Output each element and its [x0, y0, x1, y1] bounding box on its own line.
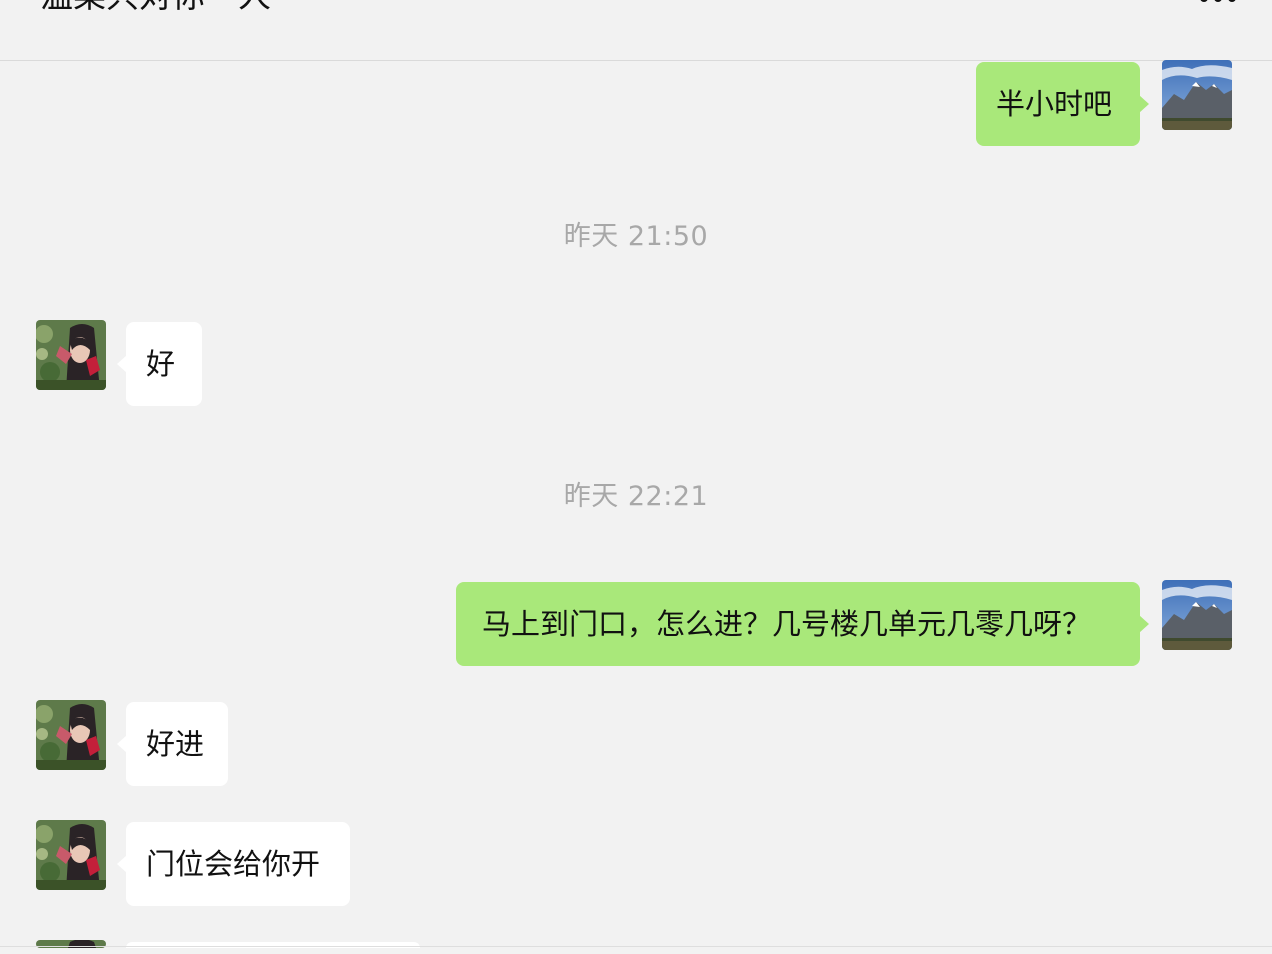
- chat-header: 温柔只对你一人: [0, 0, 1272, 61]
- incoming-message-bubble-partial[interactable]: [126, 942, 420, 948]
- message-text: 半小时吧: [996, 87, 1113, 121]
- message-timestamp: 昨天 21:50: [563, 221, 709, 252]
- input-area-divider: [0, 946, 1272, 947]
- chat-window: 温柔只对你一人 半小时吧 昨天 21:50: [0, 0, 1272, 954]
- incoming-message-bubble[interactable]: 好: [117, 322, 202, 406]
- incoming-message-bubble[interactable]: 门位会给你开: [117, 822, 350, 906]
- message-text: 好: [146, 347, 176, 381]
- outgoing-message-bubble[interactable]: 马上到门口，怎么进？几号楼几单元几零几呀？: [456, 582, 1149, 666]
- contact-avatar[interactable]: [36, 820, 106, 890]
- message-text: 好进: [146, 727, 205, 761]
- message-timestamp: 昨天 22:21: [563, 481, 709, 512]
- contact-avatar[interactable]: [36, 700, 106, 770]
- contact-avatar[interactable]: [36, 320, 106, 390]
- outgoing-message-bubble[interactable]: 半小时吧: [976, 62, 1149, 146]
- message-text: 门位会给你开: [146, 847, 321, 881]
- self-avatar[interactable]: [1162, 580, 1232, 650]
- incoming-message-bubble[interactable]: 好进: [117, 702, 228, 786]
- more-dots-icon[interactable]: [1200, 0, 1240, 6]
- message-text: 马上到门口，怎么进？几号楼几单元几零几呀？: [482, 607, 1092, 641]
- chat-title: 温柔只对你一人: [40, 0, 271, 20]
- self-avatar[interactable]: [1162, 60, 1232, 130]
